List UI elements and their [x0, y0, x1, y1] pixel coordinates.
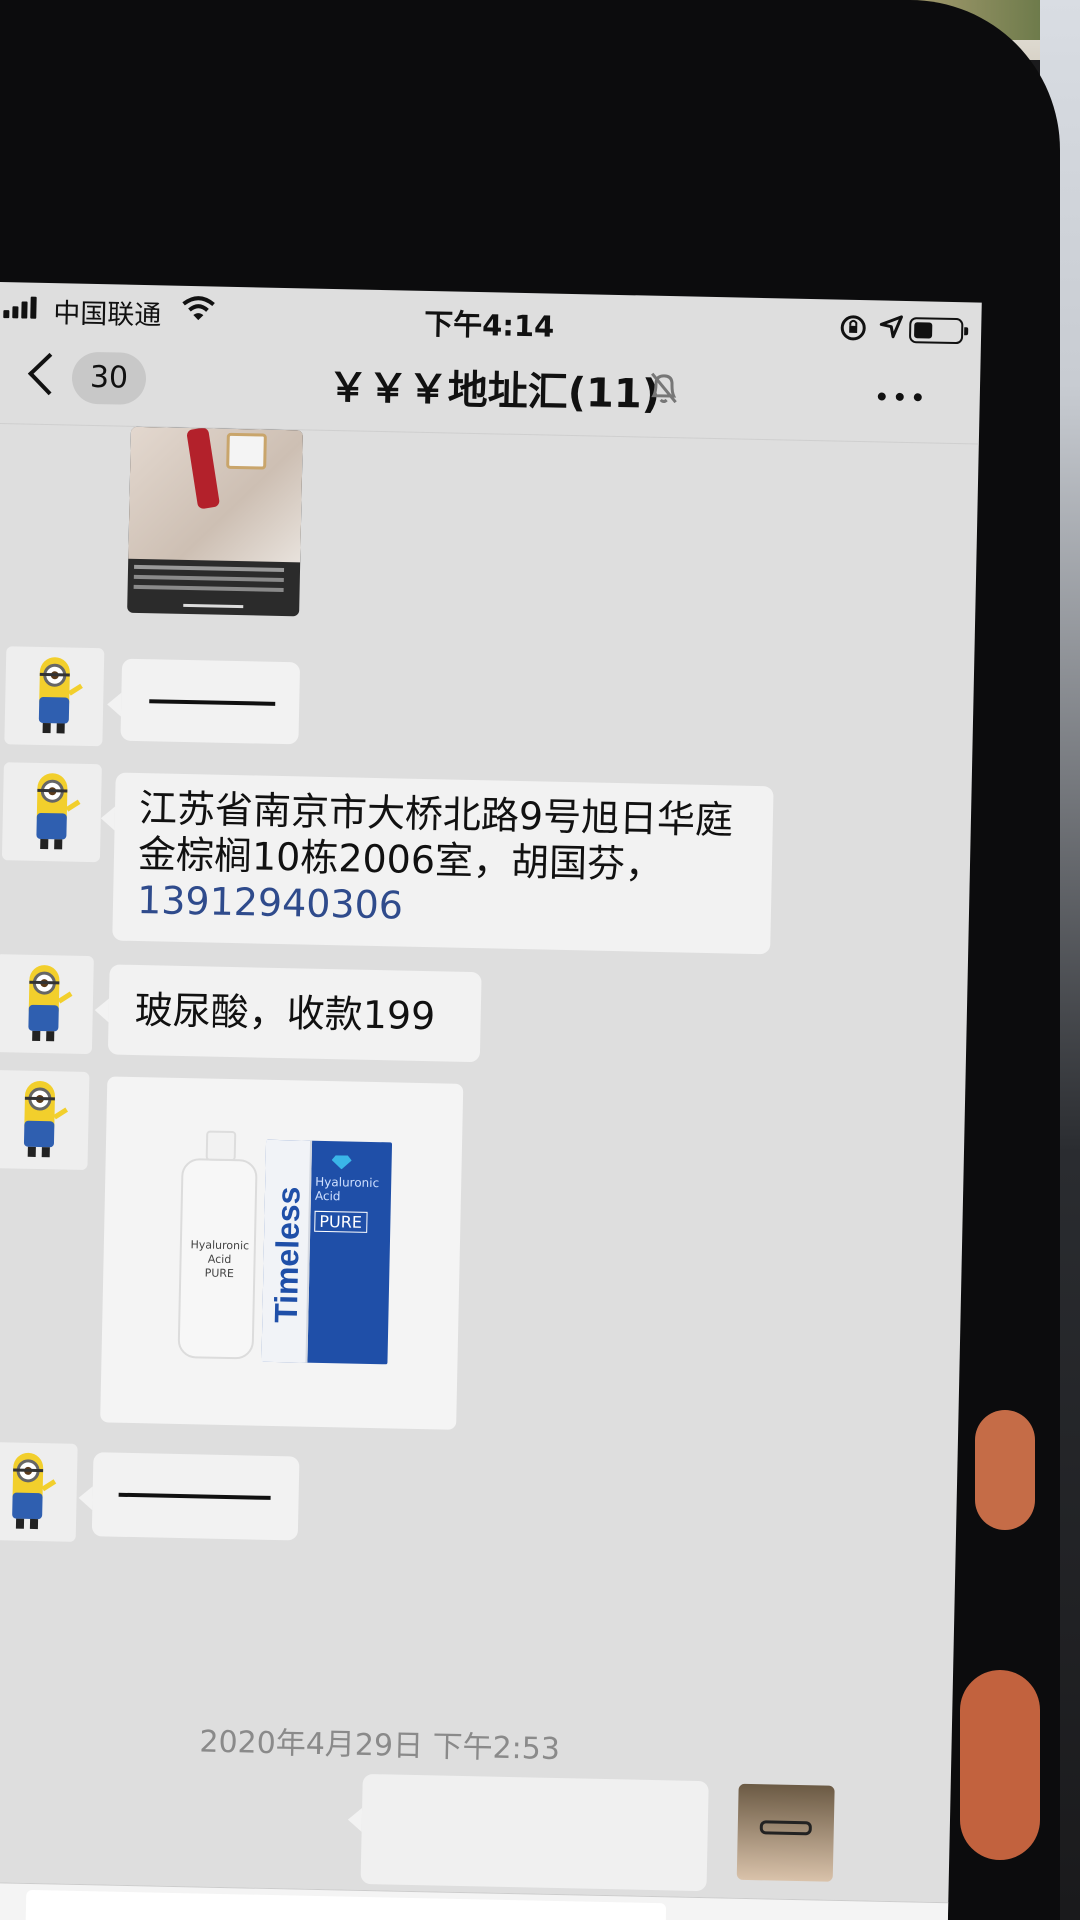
price-text: 玻尿酸，收款199	[134, 987, 436, 1039]
minion-avatar-icon	[28, 965, 73, 1042]
bottle-label: Hyaluronic Acid PURE	[190, 1238, 250, 1281]
card-bottom-bar	[183, 603, 244, 609]
address-text: 江苏省南京市大桥北路9号旭日华庭金棕榈10栋2006室，胡国芬，	[137, 786, 734, 888]
avatar[interactable]	[0, 954, 94, 1055]
input-toolbar	[0, 1881, 949, 1920]
brand-name: Timeless	[267, 1186, 307, 1324]
gem-icon	[331, 1155, 351, 1169]
battery-icon	[908, 317, 969, 345]
phone-screen: 中国联通 下午4:14 30 ￥￥￥地址汇(11) 江苏省南京市大桥北路9号旭日…	[0, 282, 982, 1920]
minion-avatar-icon	[36, 773, 81, 850]
location-icon	[879, 315, 903, 339]
minion-avatar-icon	[23, 1081, 69, 1158]
finger	[975, 1410, 1035, 1530]
pump-bottle: Hyaluronic Acid PURE	[177, 1157, 258, 1360]
carrier-label: 中国联通	[53, 298, 162, 332]
dash-line	[149, 699, 276, 706]
status-time: 下午4:14	[423, 306, 555, 344]
pump-head	[205, 1130, 237, 1162]
glasses	[759, 1820, 812, 1836]
unread-count-badge[interactable]: 30	[71, 351, 147, 406]
avatar[interactable]	[0, 1069, 90, 1171]
more-options-icon[interactable]	[877, 392, 922, 402]
outgoing-message-bubble[interactable]	[360, 1773, 709, 1892]
chat-title: ￥￥￥地址汇(11)	[327, 364, 661, 418]
own-avatar[interactable]	[736, 1783, 835, 1882]
avatar[interactable]	[0, 1441, 78, 1542]
message-timestamp: 2020年4月29日 下午2:53	[199, 1724, 561, 1768]
wifi-icon	[182, 296, 215, 321]
mute-bell-icon	[651, 372, 677, 404]
watch-face	[226, 432, 267, 470]
product-box: Timeless Hyaluronic Acid PURE	[261, 1139, 393, 1365]
dash-line	[118, 1492, 271, 1500]
message-bubble[interactable]	[120, 658, 301, 745]
avatar[interactable]	[4, 646, 105, 747]
image-message-card[interactable]	[127, 426, 303, 617]
rotation-lock-icon	[840, 315, 866, 341]
box-product-name: Hyaluronic Acid	[314, 1174, 380, 1204]
address-message-bubble[interactable]: 江苏省南京市大桥北路9号旭日华庭金棕榈10栋2006室，胡国芬， 1391294…	[112, 772, 774, 955]
message-bubble[interactable]	[91, 1452, 300, 1541]
finger	[960, 1670, 1040, 1860]
caption-lines	[134, 564, 285, 573]
minion-avatar-icon	[38, 657, 83, 734]
product-image-message[interactable]: Hyaluronic Acid PURE Timeless Hyaluronic A…	[100, 1076, 464, 1430]
back-chevron-icon[interactable]	[27, 352, 71, 396]
price-message-bubble[interactable]: 玻尿酸，收款199	[107, 964, 482, 1063]
avatar[interactable]	[1, 762, 102, 863]
minion-avatar-icon	[12, 1452, 57, 1530]
message-input[interactable]	[25, 1889, 667, 1920]
phone-number-link[interactable]: 13912940306	[137, 878, 404, 928]
signal-icon	[3, 296, 37, 319]
box-grade: PURE	[314, 1210, 368, 1233]
